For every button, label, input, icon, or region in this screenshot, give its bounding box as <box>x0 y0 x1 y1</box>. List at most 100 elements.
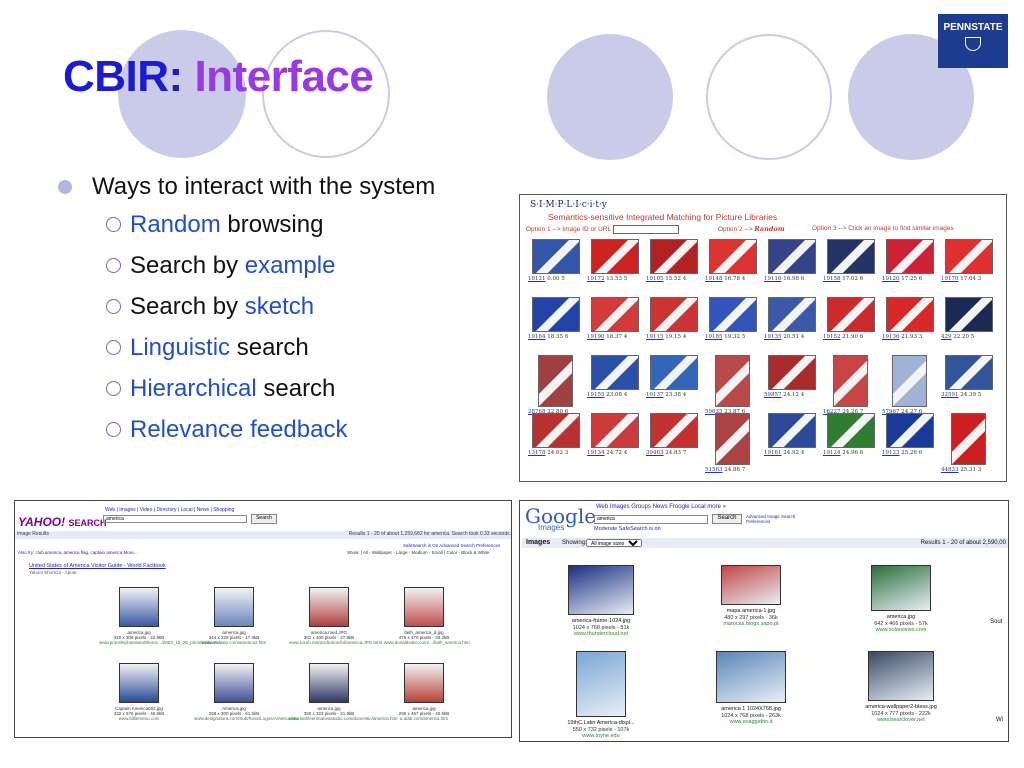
result-thumbnail[interactable] <box>709 239 757 274</box>
result-id-link[interactable]: 13178 <box>528 450 546 456</box>
result-id-link[interactable]: 19148 <box>705 276 723 282</box>
result-cell[interactable]: 19105 15.52 4 <box>646 239 706 282</box>
result-thumbnail[interactable] <box>945 239 993 274</box>
result-thumbnail[interactable] <box>650 413 698 448</box>
result-cell[interactable]: 19185 19.32 5 <box>705 297 765 340</box>
result-id-link[interactable]: 19170 <box>941 276 959 282</box>
result-cell[interactable]: 19136 21.93 3 <box>882 297 942 340</box>
yahoo-image-result[interactable]: america.jpg 320 x 309 pixels - 22.9kB www.… <box>99 587 222 645</box>
google-prefs-link[interactable]: Preferences <box>746 519 795 524</box>
google-image-result[interactable]: america.jpg 642 x 466 pixels - 57k www.sol… <box>846 565 956 634</box>
result-id-link[interactable]: 19105 <box>646 276 664 282</box>
result-cell[interactable]: 19124 24.96 6 <box>823 413 883 456</box>
result-thumbnail[interactable] <box>532 239 580 274</box>
yahoo-thumbnail[interactable] <box>214 663 254 703</box>
result-thumbnail[interactable] <box>892 355 927 407</box>
google-image-result[interactable]: america-frame-1024.jpg 1024 x 768 pixels … <box>546 565 656 638</box>
result-id-link[interactable]: 19172 <box>587 276 605 282</box>
yahoo-thumbnail[interactable] <box>309 663 349 703</box>
result-thumbnail[interactable] <box>768 355 816 390</box>
result-cell[interactable]: 19161 24.92 4 <box>764 413 824 456</box>
result-id-link[interactable]: 19135 <box>764 334 782 340</box>
google-safe[interactable]: Moderate SafeSearch is on <box>594 526 661 532</box>
result-cell[interactable]: 19115 19.15 4 <box>646 297 706 340</box>
result-thumbnail[interactable] <box>532 297 580 332</box>
yahoo-image-result[interactable]: america.jpg 350 x 323 pixels - 21.9kB www.… <box>289 663 398 721</box>
result-cell[interactable]: 19134 24.72 4 <box>587 413 647 456</box>
yahoo-image-url[interactable]: www.tuxoh.net/pochurion/lol/america.JPG.… <box>289 640 382 645</box>
yahoo-thumbnail[interactable] <box>119 663 159 703</box>
result-thumbnail[interactable] <box>945 355 993 390</box>
result-thumbnail[interactable] <box>833 355 868 407</box>
google-thumbnail[interactable] <box>568 565 634 615</box>
result-cell[interactable]: 19170 17.64 3 <box>941 239 1001 282</box>
result-id-link[interactable]: 19124 <box>823 450 841 456</box>
result-id-link[interactable]: 19137 <box>646 392 664 398</box>
image-id-input[interactable] <box>612 225 679 234</box>
result-id-link[interactable]: 19120 <box>882 276 900 282</box>
google-image-url[interactable]: www.solarviews.com <box>846 627 956 634</box>
result-id-link[interactable]: 19121 <box>528 276 546 282</box>
google-image-result[interactable]: america 1 1024X768.jpg 1024 x 768 pixels … <box>696 651 806 726</box>
google-thumbnail[interactable] <box>716 651 786 703</box>
result-id-link[interactable]: 39463 <box>646 450 664 456</box>
result-cell[interactable]: 19190 18.37 4 <box>587 297 647 340</box>
google-search-input[interactable]: america <box>594 515 708 524</box>
yahoo-image-url[interactable]: www.primelephantsandthems.../2003_10_28_… <box>99 640 222 645</box>
yahoo-safe[interactable]: SafeSearch is On Advanced Search Prefere… <box>403 543 500 548</box>
yahoo-also[interactable]: Also try: club america, america flag, ca… <box>18 550 138 555</box>
yahoo-image-result[interactable]: America.jpg 258 x 300 pixels - 61.5kB www.… <box>194 663 299 721</box>
yahoo-search-button[interactable]: Search <box>251 514 277 524</box>
yahoo-thumbnail[interactable] <box>404 663 444 703</box>
result-thumbnail[interactable] <box>715 413 750 465</box>
result-thumbnail[interactable] <box>532 413 580 448</box>
result-id-link[interactable]: 429 <box>941 334 952 340</box>
yahoo-thumbnail[interactable] <box>119 587 159 627</box>
google-image-url[interactable]: www.toyne.edu <box>546 733 656 740</box>
result-cell[interactable]: 39463 24.83 7 <box>646 413 706 456</box>
result-thumbnail[interactable] <box>650 297 698 332</box>
yahoo-thumbnail[interactable] <box>404 587 444 627</box>
google-image-url[interactable]: www.evaggidon.it <box>696 719 806 726</box>
result-thumbnail[interactable] <box>591 355 639 390</box>
yahoo-image-url[interactable]: www.midwep.com/america2.htm <box>194 640 274 645</box>
result-id-link[interactable]: 19136 <box>882 334 900 340</box>
result-thumbnail[interactable] <box>591 297 639 332</box>
result-cell[interactable]: 19121 0.00 5 <box>528 239 588 282</box>
result-thumbnail[interactable] <box>591 239 639 274</box>
yahoo-image-url[interactable]: www.kathleenmarieastudio.com/domestic/am… <box>289 716 398 721</box>
result-id-link[interactable]: 19184 <box>528 334 546 340</box>
yahoo-image-result[interactable]: america.jpg 344 x 229 pixels - 17.9kB www.… <box>194 587 274 645</box>
result-cell[interactable]: 19148 16.78 4 <box>705 239 765 282</box>
result-thumbnail[interactable] <box>650 239 698 274</box>
yahoo-image-result[interactable]: Captain America002.jpg 432 x 576 pixels -… <box>99 663 179 721</box>
result-cell[interactable]: 19116 16.98 6 <box>764 239 824 282</box>
result-id-link[interactable]: 32591 <box>941 392 959 398</box>
image-size-select[interactable]: All image sizes <box>586 539 642 547</box>
result-id-link[interactable]: 19190 <box>587 334 605 340</box>
yahoo-thumbnail[interactable] <box>309 587 349 627</box>
result-id-link[interactable]: 51563 <box>705 467 723 473</box>
google-thumbnail[interactable] <box>871 565 931 611</box>
result-cell[interactable]: 429 22.20 5 <box>941 297 1001 340</box>
result-thumbnail[interactable] <box>886 413 934 448</box>
google-image-url[interactable]: www.bearclover.net <box>846 717 956 724</box>
result-cell[interactable]: 32591 24.39 5 <box>941 355 1001 398</box>
result-thumbnail[interactable] <box>945 297 993 332</box>
yahoo-image-url[interactable]: www.billiemenu.com <box>99 716 179 721</box>
result-id-link[interactable]: 19158 <box>823 276 841 282</box>
result-id-link[interactable]: 19161 <box>764 450 782 456</box>
result-id-link[interactable]: 19123 <box>882 450 900 456</box>
result-cell[interactable]: 19120 17.25 6 <box>882 239 942 282</box>
yahoo-tabs[interactable]: Web | Images | Video | Directory | Local… <box>105 507 234 513</box>
yahoo-image-result[interactable]: america.jpg 296 x 467 pixels - 40.5kB a.ad… <box>384 663 464 721</box>
yahoo-image-result[interactable]: faith_america_d.jpg 476 x 470 pixels - 33… <box>384 587 470 645</box>
result-cell[interactable]: 19172 13.53 5 <box>587 239 647 282</box>
result-cell[interactable]: 13178 24.62 3 <box>528 413 588 456</box>
yahoo-image-result[interactable]: america.med.JPG 301 x 400 pixels - 27.8kB… <box>289 587 382 645</box>
google-image-result[interactable]: america-wallpaper2-bless.jpg 1024 x 777 p… <box>846 651 956 724</box>
result-cell[interactable]: 16227 24.26 7 <box>823 355 883 415</box>
result-thumbnail[interactable] <box>538 355 573 407</box>
yahoo-thumbnail[interactable] <box>214 587 254 627</box>
yahoo-result-1[interactable]: United States of America Visitor Guide -… <box>29 563 166 569</box>
